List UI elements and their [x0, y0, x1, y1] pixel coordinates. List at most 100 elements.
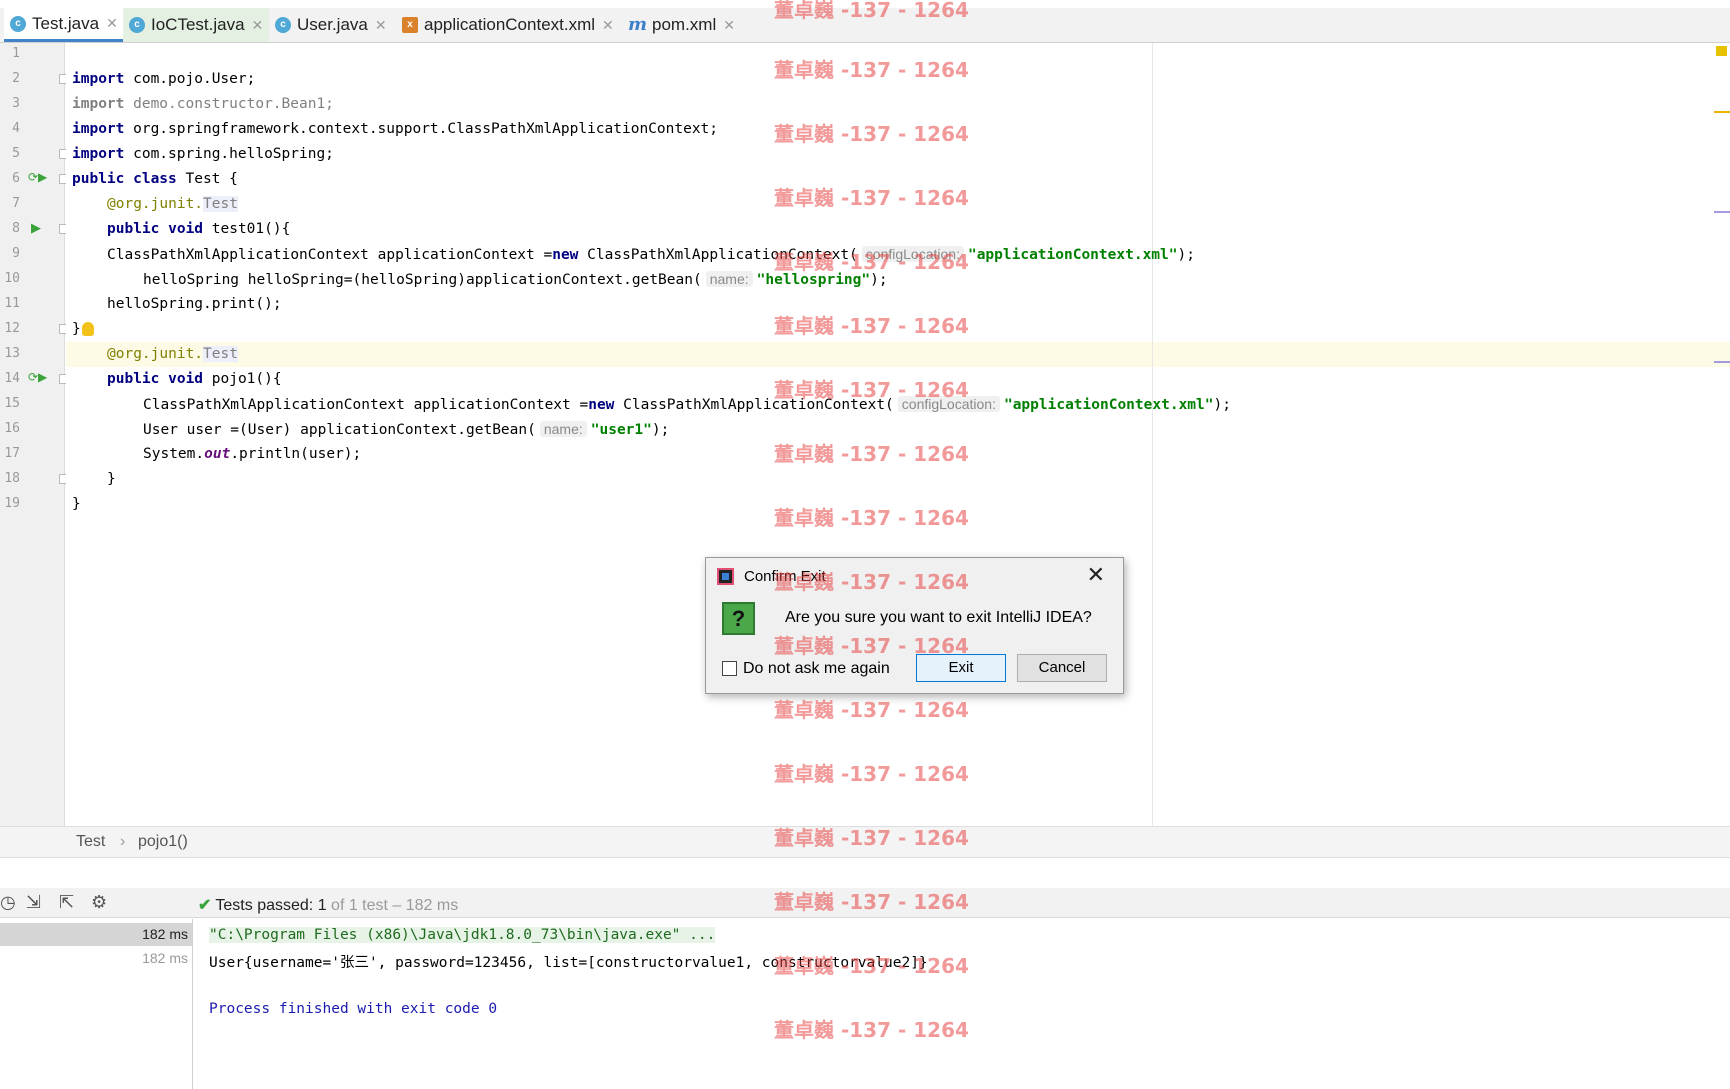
- tab-user-java[interactable]: c User.java ✕: [269, 8, 393, 42]
- code-line-4: import org.springframework.context.suppo…: [72, 121, 719, 137]
- tab-label: applicationContext.xml: [424, 15, 596, 34]
- line-number: 10: [4, 271, 20, 286]
- tab-label: User.java: [297, 15, 368, 34]
- dialog-message: Are you sure you want to exit IntelliJ I…: [785, 609, 1092, 626]
- watermark: 董卓巍 -137 - 1264: [774, 58, 969, 82]
- watermark: 董卓巍 -137 - 1264: [774, 0, 969, 22]
- close-icon[interactable]: ✕: [252, 17, 264, 34]
- tab-test-java[interactable]: c Test.java ✕: [4, 8, 124, 42]
- run-test-icon[interactable]: ⟳▶: [28, 370, 47, 384]
- close-icon[interactable]: ✕: [602, 17, 614, 34]
- test-time: 182 ms: [142, 950, 188, 966]
- code-line-14: public void pojo1(){: [107, 371, 282, 387]
- code-line-19: }: [72, 496, 81, 512]
- close-icon[interactable]: ✕: [1087, 562, 1105, 588]
- check-icon: ✔: [198, 897, 212, 914]
- intellij-app-icon: [717, 568, 734, 585]
- code-line-2: import com.pojo.User;: [72, 71, 256, 87]
- code-line-11: helloSpring.print();: [107, 296, 282, 312]
- test-time: 182 ms: [142, 926, 188, 942]
- line-number: 5: [12, 146, 20, 161]
- close-icon[interactable]: ✕: [723, 17, 735, 34]
- close-icon[interactable]: ✕: [375, 17, 387, 34]
- breadcrumb-class[interactable]: Test: [76, 833, 105, 851]
- line-number: 19: [4, 496, 20, 511]
- watermark: 董卓巍 -137 - 1264: [774, 570, 969, 594]
- tab-pom-xml[interactable]: m pom.xml ✕: [622, 8, 741, 42]
- tab-applicationcontext-xml[interactable]: x applicationContext.xml ✕: [396, 8, 620, 42]
- watermark: 董卓巍 -137 - 1264: [774, 250, 969, 274]
- line-number: 12: [4, 321, 20, 336]
- watermark: 董卓巍 -137 - 1264: [774, 378, 969, 402]
- watermark: 董卓巍 -137 - 1264: [774, 442, 969, 466]
- console-command-line[interactable]: "C:\Program Files (x86)\Java\jdk1.8.0_73…: [209, 927, 716, 943]
- tab-label: IoCTest.java: [151, 15, 245, 34]
- console-exit-line: Process finished with exit code 0: [209, 1001, 498, 1017]
- test-summary: ✔ Tests passed: 1 of 1 test – 182 ms: [198, 897, 459, 914]
- watermark: 董卓巍 -137 - 1264: [774, 634, 969, 658]
- line-number: 16: [4, 421, 20, 436]
- run-test-icon[interactable]: ▶: [31, 221, 41, 236]
- java-class-icon: c: [275, 17, 291, 33]
- import-tests-icon[interactable]: ⇲: [26, 892, 41, 913]
- usage-mark[interactable]: [1714, 211, 1730, 213]
- parameter-hint: name:: [539, 421, 587, 437]
- do-not-ask-checkbox[interactable]: [722, 661, 737, 676]
- code-line-15: ClassPathXmlApplicationContext applicati…: [143, 396, 1231, 413]
- parameter-hint: name:: [705, 271, 753, 287]
- watermark: 董卓巍 -137 - 1264: [774, 826, 969, 850]
- java-class-icon: c: [10, 15, 26, 32]
- right-margin-guide: [1152, 43, 1153, 826]
- line-number: 11: [4, 296, 20, 311]
- history-icon[interactable]: ◷: [0, 892, 16, 913]
- code-line-13: @org.junit.Test: [107, 346, 238, 362]
- warning-mark[interactable]: [1714, 111, 1730, 113]
- code-line-6: public class Test {: [72, 171, 238, 187]
- line-number: 7: [12, 196, 20, 211]
- line-number: 9: [12, 246, 20, 261]
- code-line-7: @org.junit.Test: [107, 196, 238, 212]
- do-not-ask-label[interactable]: Do not ask me again: [743, 660, 890, 678]
- watermark: 董卓巍 -137 - 1264: [774, 506, 969, 530]
- export-tests-icon[interactable]: ⇱: [59, 892, 74, 913]
- watermark: 董卓巍 -137 - 1264: [774, 698, 969, 722]
- line-number: 15: [4, 396, 20, 411]
- line-number: 13: [4, 346, 20, 361]
- close-icon[interactable]: ✕: [106, 15, 118, 32]
- code-line-3: import demo.constructor.Bean1;: [72, 96, 334, 112]
- watermark: 董卓巍 -137 - 1264: [774, 762, 969, 786]
- xml-file-icon: x: [402, 17, 418, 33]
- line-number: 14: [4, 371, 20, 386]
- code-line-16: User user =(User) applicationContext.get…: [143, 421, 670, 438]
- watermark: 董卓巍 -137 - 1264: [774, 314, 969, 338]
- current-line-highlight: [66, 342, 1730, 367]
- code-line-12: }: [72, 321, 81, 337]
- run-class-icon[interactable]: ⟳▶: [28, 170, 47, 184]
- watermark: 董卓巍 -137 - 1264: [774, 954, 969, 978]
- warning-stripe-icon[interactable]: [1716, 46, 1727, 56]
- code-line-18: }: [107, 471, 116, 487]
- code-line-8: public void test01(){: [107, 221, 291, 237]
- breadcrumb-method[interactable]: pojo1(): [138, 833, 188, 851]
- line-number: 8: [12, 221, 20, 236]
- watermark: 董卓巍 -137 - 1264: [774, 186, 969, 210]
- line-number: 4: [12, 121, 20, 136]
- intention-bulb-icon[interactable]: [82, 322, 94, 336]
- watermark: 董卓巍 -137 - 1264: [774, 890, 969, 914]
- java-class-icon: c: [129, 17, 145, 33]
- line-number: 2: [12, 71, 20, 86]
- tab-ioctest-java[interactable]: c IoCTest.java ✕: [123, 8, 270, 42]
- line-number: 17: [4, 446, 20, 461]
- gear-icon[interactable]: ⚙: [91, 892, 107, 913]
- line-number: 6: [12, 171, 20, 186]
- cancel-button[interactable]: Cancel: [1017, 654, 1107, 682]
- tab-label: Test.java: [32, 13, 100, 33]
- line-number: 18: [4, 471, 20, 486]
- breadcrumb-separator: ›: [120, 833, 126, 850]
- watermark: 董卓巍 -137 - 1264: [774, 1018, 969, 1042]
- code-line-9: ClassPathXmlApplicationContext applicati…: [107, 246, 1195, 263]
- usage-mark[interactable]: [1714, 361, 1730, 363]
- maven-icon: m: [628, 14, 648, 35]
- question-icon: ?: [722, 602, 755, 635]
- code-line-17: System.out.println(user);: [143, 446, 362, 462]
